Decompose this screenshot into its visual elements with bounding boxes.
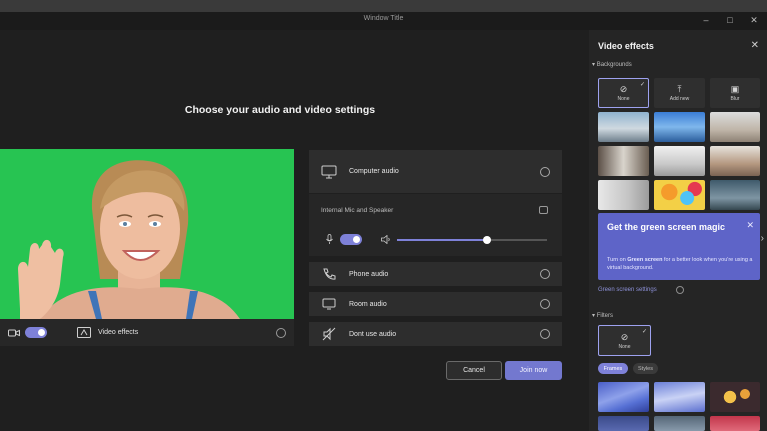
app-window: Window Title – □ ✕ Choose your audio and… — [0, 0, 767, 431]
volume-slider-fill — [397, 239, 487, 241]
green-screen-title: Get the green screen magic — [607, 222, 726, 232]
filter-thumbnail[interactable] — [654, 416, 705, 431]
prohibited-icon: ⊘ — [620, 331, 629, 342]
microphone-toggle[interactable] — [340, 234, 362, 245]
camera-icon — [8, 329, 20, 336]
device-label: Internal Mic and Speaker — [321, 207, 394, 214]
window-controls: – □ ✕ — [701, 15, 759, 25]
filter-none-label: None — [618, 343, 631, 350]
green-screen-text-start: Turn on — [607, 257, 628, 263]
backgrounds-label: Backgrounds — [596, 62, 632, 68]
background-thumbnail[interactable] — [598, 180, 649, 210]
room-audio-radio[interactable] — [540, 299, 550, 309]
computer-audio-label: Computer audio — [349, 168, 399, 175]
phone-audio-label: Phone audio — [349, 270, 389, 278]
upload-icon: ⤒ — [677, 84, 682, 94]
filters-section-label: ▾ Filters — [592, 313, 614, 319]
person-image — [0, 149, 294, 319]
filter-none-option[interactable]: ⊘ None ✓ — [598, 325, 651, 356]
backgrounds-section-label: ▾ Backgrounds — [592, 62, 632, 68]
device-settings-icon[interactable] — [276, 327, 286, 338]
no-audio-label: Dont use audio — [349, 330, 397, 338]
cancel-button[interactable]: Cancel — [446, 361, 502, 380]
background-add-new-label: Add new — [669, 96, 690, 102]
video-toolbar: Video effects — [0, 319, 294, 346]
room-audio-option[interactable]: Room audio — [309, 292, 562, 316]
room-display-icon — [322, 298, 336, 310]
filter-thumbnail[interactable] — [710, 382, 760, 412]
phone-icon — [323, 268, 336, 280]
filter-thumbnail[interactable] — [598, 416, 649, 431]
close-window-button[interactable]: ✕ — [749, 15, 759, 25]
close-icon[interactable]: ✕ — [746, 220, 754, 231]
filters-label: Filters — [596, 313, 614, 319]
device-settings-button[interactable] — [539, 206, 548, 214]
background-thumbnail[interactable] — [654, 112, 705, 142]
title-bar: Window Title – □ ✕ — [0, 12, 767, 30]
background-thumbnail[interactable] — [598, 146, 649, 176]
no-audio-radio[interactable] — [540, 329, 550, 339]
info-icon[interactable] — [676, 286, 684, 294]
no-audio-option[interactable]: Dont use audio — [309, 322, 562, 346]
green-screen-promo: Get the green screen magic ✕ Turn on Gre… — [598, 213, 760, 280]
background-none-label: None — [617, 96, 630, 102]
green-screen-text: Turn on Green screen for a better look w… — [607, 256, 757, 272]
background-thumbnail[interactable] — [710, 146, 760, 176]
video-effects-panel: Video effects ✕ ▾ Backgrounds ⊘ None ✓ ⤒… — [589, 30, 767, 431]
filter-thumbnail[interactable] — [710, 416, 760, 431]
room-audio-label: Room audio — [349, 300, 387, 308]
background-thumbnail[interactable] — [598, 112, 649, 142]
top-strip — [0, 0, 767, 12]
microphone-icon — [326, 234, 333, 244]
chevron-right-icon[interactable]: › — [761, 233, 764, 244]
computer-audio-option[interactable]: Computer audio — [309, 150, 562, 193]
video-effects-button[interactable]: Video effects — [98, 329, 138, 336]
volume-slider[interactable] — [397, 236, 547, 244]
computer-icon — [321, 165, 337, 178]
check-icon: ✓ — [641, 329, 647, 335]
close-icon[interactable]: ✕ — [751, 40, 759, 51]
video-effects-icon — [77, 327, 91, 338]
camera-toggle[interactable] — [25, 327, 47, 338]
maximize-button[interactable]: □ — [725, 15, 735, 25]
filter-thumbnail[interactable] — [598, 382, 649, 412]
volume-slider-thumb[interactable] — [483, 236, 491, 244]
computer-audio-radio[interactable] — [540, 166, 550, 177]
prohibited-icon: ⊘ — [619, 84, 628, 94]
filter-thumbnail[interactable] — [654, 382, 705, 412]
video-preview — [0, 149, 294, 319]
background-blur-label: Blur — [730, 96, 740, 102]
panel-title: Video effects — [598, 41, 654, 51]
speaker-settings: Internal Mic and Speaker — [309, 194, 562, 256]
filter-tab-styles[interactable]: Styles — [633, 363, 658, 374]
green-screen-settings-link[interactable]: Green screen settings — [598, 287, 657, 293]
join-now-button[interactable]: Join now — [505, 361, 562, 380]
background-thumbnail[interactable] — [654, 180, 705, 210]
background-thumbnail[interactable] — [654, 146, 705, 176]
speaker-off-icon — [322, 327, 336, 341]
green-screen-text-bold: Green screen — [627, 257, 663, 263]
phone-audio-radio[interactable] — [540, 269, 550, 279]
background-thumbnail[interactable] — [710, 112, 760, 142]
filter-tab-frames[interactable]: Frames — [598, 363, 628, 374]
check-icon: ✓ — [639, 82, 645, 88]
page-title: Choose your audio and video settings — [184, 104, 376, 116]
background-none-option[interactable]: ⊘ None ✓ — [598, 78, 649, 108]
phone-audio-option[interactable]: Phone audio — [309, 262, 562, 286]
speaker-icon — [381, 235, 390, 244]
background-add-new-option[interactable]: ⤒ Add new — [654, 78, 705, 108]
background-blur-option[interactable]: ▣ Blur — [710, 78, 760, 108]
window-title: Window Title — [363, 15, 404, 22]
minimize-button[interactable]: – — [701, 15, 711, 25]
background-thumbnail[interactable] — [710, 180, 760, 210]
blur-icon: ▣ — [730, 84, 740, 94]
